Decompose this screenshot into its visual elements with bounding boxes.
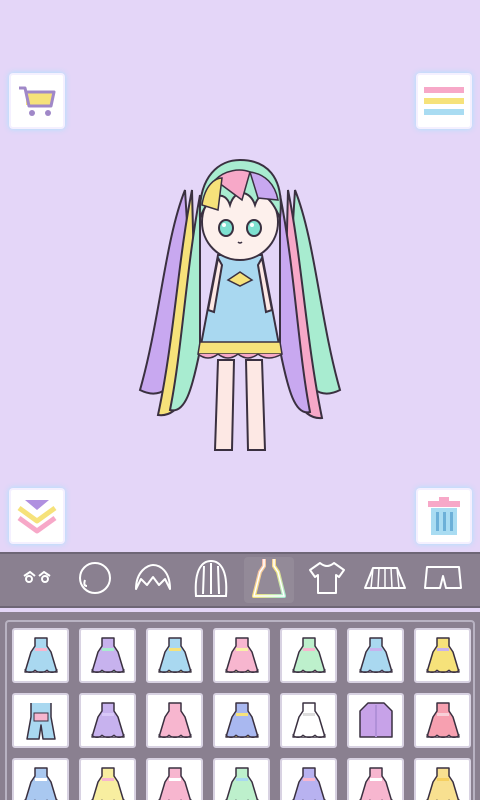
closet-item-overalls[interactable] xyxy=(12,693,69,748)
shorts-icon xyxy=(423,564,463,596)
tab-eyes[interactable] xyxy=(12,557,62,603)
closet-item-dress[interactable] xyxy=(414,693,471,748)
eyes-icon xyxy=(20,568,54,592)
tab-skirt[interactable] xyxy=(360,557,410,603)
menu-icon xyxy=(423,86,465,116)
closet-panel xyxy=(0,612,480,800)
closet-item-dress[interactable] xyxy=(213,628,270,683)
menu-button[interactable] xyxy=(418,75,470,127)
dress-icon xyxy=(23,636,58,673)
closet-item-dress[interactable] xyxy=(12,758,69,800)
doll-character[interactable] xyxy=(130,150,350,470)
tab-bangs[interactable] xyxy=(128,557,178,603)
closet-item-dress[interactable] xyxy=(414,628,471,683)
closet-item-dress[interactable] xyxy=(146,628,203,683)
trash-icon xyxy=(426,496,462,536)
dress-icon xyxy=(224,701,259,738)
dressing-stage xyxy=(0,0,480,552)
dress-icon xyxy=(247,556,291,604)
dress-icon xyxy=(90,701,125,738)
shirt-icon xyxy=(307,561,347,599)
collapse-chevrons-icon xyxy=(16,498,58,534)
closet-item-dress[interactable] xyxy=(414,758,471,800)
dress-icon xyxy=(358,636,393,673)
closet-item-dress[interactable] xyxy=(79,758,136,800)
dress-icon xyxy=(291,701,326,738)
dress-icon xyxy=(425,701,460,738)
closet-item-dress[interactable] xyxy=(280,758,337,800)
overalls-icon xyxy=(25,702,56,740)
shopping-cart-icon xyxy=(17,84,57,118)
tab-shorts[interactable] xyxy=(418,557,468,603)
dress-icon xyxy=(224,636,259,673)
closet-item-dress[interactable] xyxy=(146,693,203,748)
trash-button[interactable] xyxy=(418,490,470,542)
closet-item-dress[interactable] xyxy=(12,628,69,683)
collapse-panel-button[interactable] xyxy=(11,490,63,542)
closet-item-dress[interactable] xyxy=(146,758,203,800)
closet-item-dress[interactable] xyxy=(79,628,136,683)
dress-icon xyxy=(291,636,326,673)
closet-item-dress[interactable] xyxy=(280,628,337,683)
closet-item-coat[interactable] xyxy=(347,693,404,748)
dress-icon xyxy=(157,701,192,738)
skirt-icon xyxy=(363,565,407,595)
closet-grid xyxy=(12,628,480,800)
dress-icon xyxy=(425,636,460,673)
category-tab-bar xyxy=(0,552,480,608)
dress-icon xyxy=(359,766,392,800)
dress-icon xyxy=(157,636,192,673)
tab-top[interactable] xyxy=(302,557,352,603)
closet-item-dress[interactable] xyxy=(79,693,136,748)
hair-icon xyxy=(191,558,231,602)
coat-icon xyxy=(358,701,393,738)
dress-icon xyxy=(158,766,191,800)
closet-item-dress[interactable] xyxy=(213,758,270,800)
closet-item-dress[interactable] xyxy=(347,628,404,683)
dress-icon xyxy=(426,766,459,800)
dress-icon xyxy=(292,766,325,800)
dress-icon xyxy=(225,766,258,800)
closet-item-dress[interactable] xyxy=(280,693,337,748)
dress-icon xyxy=(90,636,125,673)
closet-item-dress[interactable] xyxy=(347,758,404,800)
tab-hair[interactable] xyxy=(186,557,236,603)
face-icon xyxy=(77,560,113,600)
bangs-icon xyxy=(133,563,173,597)
shop-button[interactable] xyxy=(11,75,63,127)
tab-dress[interactable] xyxy=(244,557,294,603)
dress-icon xyxy=(24,766,57,800)
tab-face[interactable] xyxy=(70,557,120,603)
dress-icon xyxy=(91,766,124,800)
closet-item-dress[interactable] xyxy=(213,693,270,748)
